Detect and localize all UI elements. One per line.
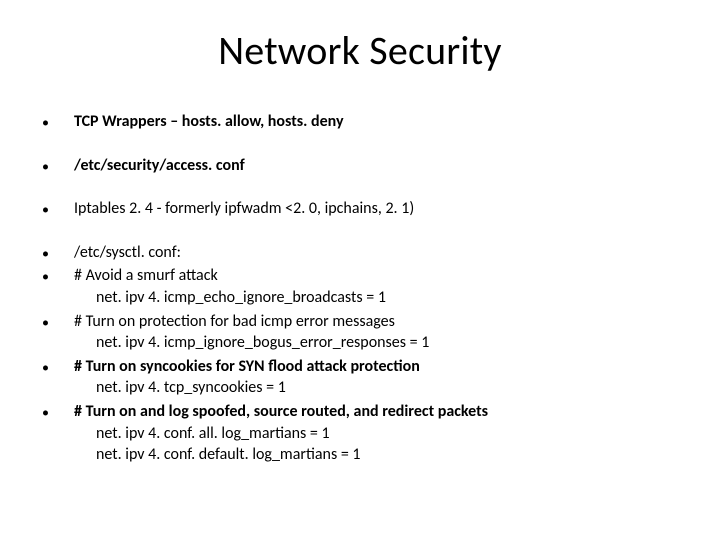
bullet-item: • Iptables 2. 4 - formerly ipfwadm <2. 0… [40, 198, 680, 220]
bullet-text: # Turn on syncookies for SYN flood attac… [74, 356, 680, 378]
bullet-marker: • [40, 311, 74, 333]
sub-text: net. ipv 4. conf. all. log_martians = 1 [74, 423, 680, 445]
bullet-item: • # Turn on protection for bad icmp erro… [40, 311, 680, 333]
bullet-text: # Avoid a smurf attack [74, 265, 680, 287]
slide-content: • TCP Wrappers – hosts. allow, hosts. de… [40, 111, 680, 466]
slide: Network Security • TCP Wrappers – hosts.… [0, 0, 720, 540]
bullet-text: # Turn on and log spoofed, source routed… [74, 401, 680, 423]
bullet-marker: • [40, 356, 74, 378]
bullet-text: Iptables 2. 4 - formerly ipfwadm <2. 0, … [74, 198, 680, 220]
bullet-item: • # Avoid a smurf attack [40, 265, 680, 287]
bullet-text: /etc/security/access. conf [74, 155, 680, 177]
sub-text: net. ipv 4. conf. default. log_martians … [74, 444, 680, 466]
sub-line: net. ipv 4. tcp_syncookies = 1 [40, 377, 680, 399]
sub-text: net. ipv 4. tcp_syncookies = 1 [74, 377, 680, 399]
bullet-item: • # Turn on and log spoofed, source rout… [40, 401, 680, 423]
bullet-item: • /etc/security/access. conf [40, 155, 680, 177]
bullet-item: • /etc/sysctl. conf: [40, 242, 680, 264]
bullet-item: • TCP Wrappers – hosts. allow, hosts. de… [40, 111, 680, 133]
sub-text: net. ipv 4. icmp_ignore_bogus_error_resp… [74, 332, 680, 354]
bullet-marker: • [40, 198, 74, 220]
bullet-marker: • [40, 111, 74, 133]
sub-line: net. ipv 4. icmp_echo_ignore_broadcasts … [40, 287, 680, 309]
bullet-marker: • [40, 401, 74, 423]
slide-title: Network Security [40, 26, 680, 75]
sub-text: net. ipv 4. icmp_echo_ignore_broadcasts … [74, 287, 680, 309]
sub-line: net. ipv 4. icmp_ignore_bogus_error_resp… [40, 332, 680, 354]
bullet-marker: • [40, 155, 74, 177]
sub-line: net. ipv 4. conf. all. log_martians = 1 [40, 423, 680, 445]
bullet-item: • # Turn on syncookies for SYN flood att… [40, 356, 680, 378]
bullet-text: /etc/sysctl. conf: [74, 242, 680, 264]
sub-line: net. ipv 4. conf. default. log_martians … [40, 444, 680, 466]
bullet-text: # Turn on protection for bad icmp error … [74, 311, 680, 333]
bullet-marker: • [40, 265, 74, 287]
bullet-marker: • [40, 242, 74, 264]
bullet-text: TCP Wrappers – hosts. allow, hosts. deny [74, 111, 680, 133]
